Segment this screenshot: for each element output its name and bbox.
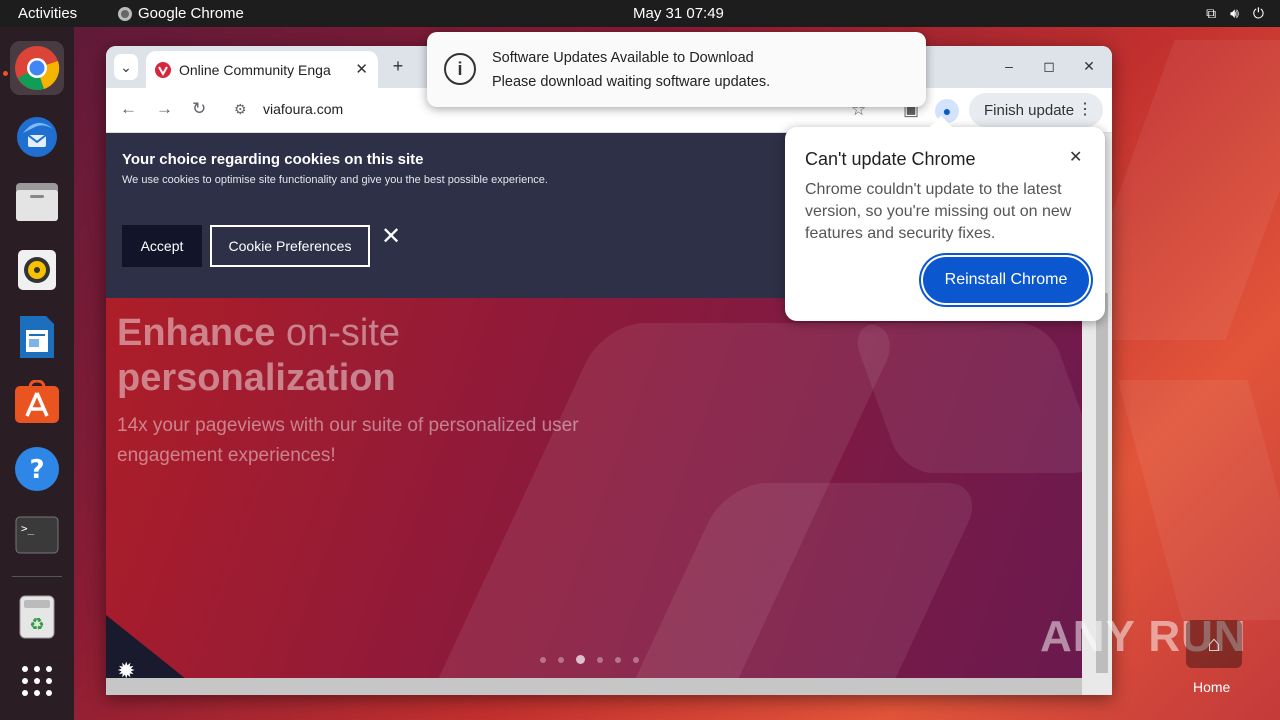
- dock: ? >_ ♻: [0, 27, 74, 720]
- accept-cookies-button[interactable]: Accept: [122, 225, 202, 267]
- help-icon[interactable]: ?: [10, 442, 64, 496]
- clock[interactable]: May 31 07:49: [633, 5, 724, 22]
- notification-body: Please download waiting software updates…: [492, 74, 771, 90]
- network-icon: ⧉: [1206, 5, 1217, 21]
- cookie-preferences-button[interactable]: Cookie Preferences: [210, 225, 370, 267]
- files-icon[interactable]: [10, 175, 64, 229]
- bubble-close-icon[interactable]: ✕: [1069, 147, 1082, 167]
- cant-update-bubble: Can't update Chrome ✕ Chrome couldn't up…: [785, 115, 1105, 321]
- reinstall-chrome-button[interactable]: Reinstall Chrome: [923, 257, 1089, 303]
- close-window-button[interactable]: ✕: [1077, 54, 1101, 78]
- dock-separator: [12, 576, 62, 577]
- person-icon: ●: [942, 103, 952, 119]
- system-menu[interactable]: ⧉ 🔊︎ ⏻: [1206, 5, 1264, 22]
- new-tab-button[interactable]: +: [386, 54, 410, 78]
- bubble-title: Can't update Chrome: [805, 149, 976, 169]
- home-folder-icon: ⌂: [1186, 620, 1242, 668]
- svg-text:>_: >_: [21, 522, 35, 535]
- carousel-dot[interactable]: [597, 656, 603, 663]
- bubble-body: Chrome couldn't update to the latest ver…: [805, 181, 1072, 242]
- carousel-dot[interactable]: [558, 656, 564, 663]
- carousel-dots: [540, 655, 639, 664]
- trash-icon[interactable]: ♻: [10, 590, 64, 644]
- hero-section: Enhance on-site personalization 14x your…: [117, 311, 677, 471]
- viafoura-favicon-icon: [155, 61, 171, 78]
- home-folder-shortcut[interactable]: ⌂ Home: [1184, 620, 1242, 700]
- forward-icon[interactable]: →: [156, 99, 173, 119]
- app-menu[interactable]: Google Chrome: [118, 5, 244, 22]
- hero-subtitle: 14x your pageviews with our suite of per…: [117, 415, 579, 466]
- reload-icon[interactable]: ↻: [192, 99, 206, 119]
- horizontal-scrollbar[interactable]: [106, 678, 1082, 695]
- update-notification[interactable]: i Software Updates Available to Download…: [427, 32, 926, 107]
- carousel-dot[interactable]: [633, 656, 639, 663]
- apps-grid-icon[interactable]: [10, 654, 64, 708]
- tab-close-icon[interactable]: ✕: [355, 60, 368, 78]
- top-bar: Activities Google Chrome May 31 07:49 ⧉ …: [0, 0, 1280, 27]
- carousel-dot[interactable]: [540, 656, 546, 663]
- finish-update-label: Finish update: [984, 101, 1075, 119]
- carousel-dot[interactable]: [576, 655, 585, 664]
- writer-icon[interactable]: [10, 310, 64, 364]
- rhythmbox-icon[interactable]: [10, 243, 64, 297]
- thunderbird-icon[interactable]: [10, 108, 64, 162]
- carousel-dot[interactable]: [615, 656, 621, 663]
- chrome-small-icon: [118, 6, 132, 21]
- hero-heading-bold-2: personalization: [117, 357, 396, 399]
- more-vert-icon: ⋮: [1077, 101, 1093, 118]
- power-icon: ⏻: [1252, 5, 1264, 21]
- hero-heading-bold: Enhance: [117, 312, 276, 354]
- cookie-title: Your choice regarding cookies on this si…: [122, 151, 424, 168]
- minimize-button[interactable]: –: [997, 54, 1021, 78]
- address-bar[interactable]: viafoura.com: [263, 101, 343, 117]
- svg-text:?: ?: [29, 455, 44, 485]
- home-label: Home: [1193, 679, 1231, 695]
- notification-title: Software Updates Available to Download: [492, 50, 754, 66]
- cookie-text: We use cookies to optimise site function…: [122, 174, 548, 186]
- site-info-icon[interactable]: ⚙: [234, 101, 247, 118]
- activities-button[interactable]: Activities: [18, 5, 77, 22]
- app-center-icon[interactable]: [10, 375, 64, 429]
- hero-heading-light: on-site: [285, 312, 401, 354]
- hero-heading: Enhance on-site personalization: [117, 311, 677, 401]
- maximize-button[interactable]: ◻: [1037, 54, 1061, 78]
- info-icon: i: [444, 53, 476, 85]
- running-indicator: [3, 71, 8, 76]
- back-icon[interactable]: ←: [120, 99, 137, 119]
- cookie-settings-gear-icon[interactable]: ✹: [117, 658, 135, 678]
- terminal-icon[interactable]: >_: [10, 508, 64, 562]
- volume-icon: 🔊︎: [1230, 5, 1239, 21]
- tab-title: Online Community Enga: [179, 61, 331, 78]
- tab-search-button[interactable]: ⌄: [114, 54, 138, 80]
- chrome-icon[interactable]: [10, 41, 64, 95]
- cookie-close-icon[interactable]: ✕: [381, 222, 401, 251]
- finish-update-button[interactable]: Finish update ⋮: [969, 93, 1103, 127]
- app-name: Google Chrome: [138, 5, 244, 22]
- chevron-down-icon: ⌄: [120, 58, 132, 75]
- svg-text:♻: ♻: [29, 615, 44, 635]
- tab-active[interactable]: Online Community Enga ✕: [146, 51, 378, 88]
